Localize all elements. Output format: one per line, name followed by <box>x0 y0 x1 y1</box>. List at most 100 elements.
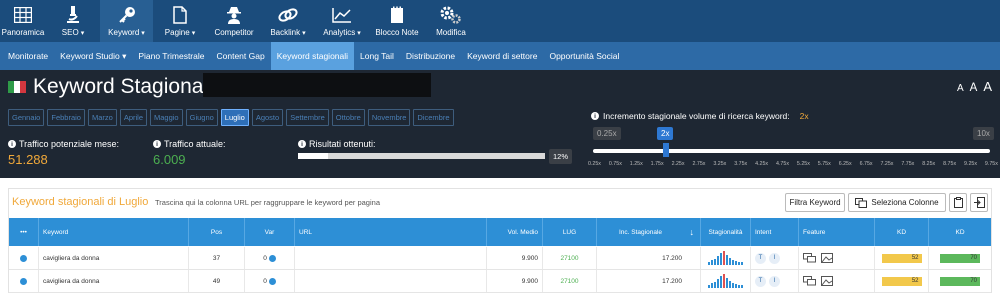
column-menu[interactable]: ••• <box>9 218 39 246</box>
subnav-opportunita-social[interactable]: Opportunità Social <box>543 42 625 70</box>
month-marzo[interactable]: Marzo <box>87 109 117 126</box>
nav-label: Competitor <box>214 28 254 37</box>
info-icon: i <box>298 140 306 148</box>
month-settembre[interactable]: Settembre <box>286 109 329 126</box>
slider-value-badge: 2x <box>657 127 674 140</box>
nav-backlink[interactable]: Backlink ▾ <box>261 0 315 42</box>
clipboard-icon <box>953 197 963 208</box>
col-pos[interactable]: Pos <box>189 218 245 246</box>
nav-label: Keyword <box>108 28 140 37</box>
month-gennaio[interactable]: Gennaio <box>8 109 45 126</box>
nav-panoramica[interactable]: Panoramica <box>0 0 46 42</box>
font-size-large[interactable]: A <box>983 79 992 94</box>
slider-tick-label: 7.25x <box>880 161 894 167</box>
font-size-medium[interactable]: A <box>970 82 978 94</box>
intent-transactional-badge: T <box>755 275 766 287</box>
col-url[interactable]: URL <box>295 218 487 246</box>
slider-tick-label: 4.75x <box>776 161 789 167</box>
nav-seo[interactable]: SEO ▾ <box>46 0 100 42</box>
redacted-domain <box>203 73 431 97</box>
col-feature[interactable]: Feature <box>799 218 875 246</box>
cell-kd: 52 <box>875 270 929 292</box>
sub-nav: Monitorate Keyword Studio ▾ Piano Trimes… <box>0 42 1000 70</box>
chevron-down-icon: ▾ <box>191 29 196 37</box>
clipboard-button[interactable] <box>949 193 967 212</box>
cell-url[interactable] <box>295 247 487 269</box>
nav-blocco-note[interactable]: Blocco Note <box>369 0 425 42</box>
nav-competitor[interactable]: Competitor <box>207 0 261 42</box>
month-aprile[interactable]: Aprile <box>119 109 147 126</box>
col-var[interactable]: Var <box>245 218 295 246</box>
subnav-keyword-studio[interactable]: Keyword Studio ▾ <box>54 42 132 70</box>
font-size-small[interactable]: A <box>957 83 964 94</box>
increment-slider-track[interactable] <box>593 149 990 153</box>
col-inc-stagionale[interactable]: Inc. Stagionale ↓ <box>597 218 701 246</box>
col-intent[interactable]: Intent <box>751 218 799 246</box>
microscope-icon <box>65 5 81 25</box>
month-ottobre[interactable]: Ottobre <box>331 109 365 126</box>
table-row[interactable]: cavigliera da donna 37 0 9.900 27100 17.… <box>9 247 991 270</box>
chevron-down-icon: ▾ <box>141 29 145 37</box>
nav-analytics[interactable]: Analytics ▾ <box>315 0 369 42</box>
gears-icon <box>439 5 463 25</box>
cell-stagionalita <box>701 270 751 292</box>
subnav-monitorate[interactable]: Monitorate <box>2 42 54 70</box>
month-agosto[interactable]: Agosto <box>251 109 284 126</box>
chevron-down-icon: ▾ <box>302 29 306 37</box>
cell-inc-stagionale: 17.200 <box>597 270 701 292</box>
kd-badge-2: 70 <box>940 276 980 286</box>
col-lug[interactable]: LUG <box>543 218 597 246</box>
month-novembre[interactable]: Novembre <box>367 109 411 126</box>
nav-label: Panoramica <box>1 28 45 37</box>
month-giugno[interactable]: Giugno <box>185 109 218 126</box>
increment-slider-handle[interactable] <box>663 143 669 157</box>
table-row[interactable]: cavigliera da donna 49 0 9.900 27100 17.… <box>9 270 991 293</box>
col-keyword[interactable]: Keyword <box>39 218 189 246</box>
nav-pagine[interactable]: Pagine ▾ <box>153 0 207 42</box>
subnav-long-tail[interactable]: Long Tail <box>354 42 400 70</box>
grid-icon <box>14 5 32 25</box>
font-size-selector: A A A <box>957 79 992 94</box>
slider-tick-label: 5.75x <box>817 161 831 167</box>
subnav-piano-trimestrale[interactable]: Piano Trimestrale <box>132 42 210 70</box>
slider-tick-label: 1.75x <box>650 161 664 167</box>
subnav-content-gap[interactable]: Content Gap <box>210 42 270 70</box>
cell-var: 0 <box>245 270 295 292</box>
slider-tick-label: 3.25x <box>713 161 727 167</box>
subnav-keyword-di-settore[interactable]: Keyword di settore <box>461 42 543 70</box>
notepad-icon <box>390 5 404 25</box>
top-nav: Panoramica SEO ▾ Keyword ▾ Pagine ▾ Competi… <box>0 0 1000 42</box>
row-expand-cell <box>9 247 39 269</box>
month-febbraio[interactable]: Febbraio <box>47 109 85 126</box>
col-kd[interactable]: KD <box>875 218 929 246</box>
export-button[interactable] <box>970 193 988 212</box>
col-kd-2[interactable]: KD <box>929 218 991 246</box>
export-icon <box>973 197 985 208</box>
col-vol-medio[interactable]: Vol. Medio <box>487 218 543 246</box>
subnav-keyword-stagionali[interactable]: Keyword stagionali <box>270 42 355 70</box>
row-expand-cell <box>9 270 39 292</box>
expand-row-icon[interactable] <box>20 277 27 285</box>
month-dicembre[interactable]: Dicembre <box>413 109 454 126</box>
subnav-distribuzione[interactable]: Distribuzione <box>400 42 461 70</box>
cell-pos: 37 <box>189 247 245 269</box>
slider-tick-label: 0.25x <box>588 161 601 167</box>
traffico-potenziale-value: 51.288 <box>8 152 48 167</box>
group-by-hint: Trascina qui la colonna URL per raggrupp… <box>155 198 380 207</box>
traffico-attuale: i Traffico attuale: 6.009 <box>153 139 226 167</box>
nav-keyword[interactable]: Keyword ▾ <box>100 0 153 42</box>
image-icon <box>821 253 833 263</box>
cell-feature <box>799 270 875 292</box>
cell-url[interactable] <box>295 270 487 292</box>
italy-flag-icon <box>8 81 26 93</box>
select-columns-button[interactable]: Seleziona Colonne <box>848 193 946 212</box>
month-maggio[interactable]: Maggio <box>150 109 183 126</box>
month-luglio[interactable]: Luglio <box>220 109 249 126</box>
sort-desc-icon: ↓ <box>689 227 695 237</box>
cell-lug: 27100 <box>543 247 597 269</box>
expand-row-icon[interactable] <box>20 254 27 262</box>
nav-modifica[interactable]: Modifica <box>425 0 477 42</box>
filter-keyword-button[interactable]: Filtra Keyword <box>785 193 845 212</box>
col-stagionalita[interactable]: Stagionalità <box>701 218 751 246</box>
cell-vol-medio: 9.900 <box>487 270 543 292</box>
